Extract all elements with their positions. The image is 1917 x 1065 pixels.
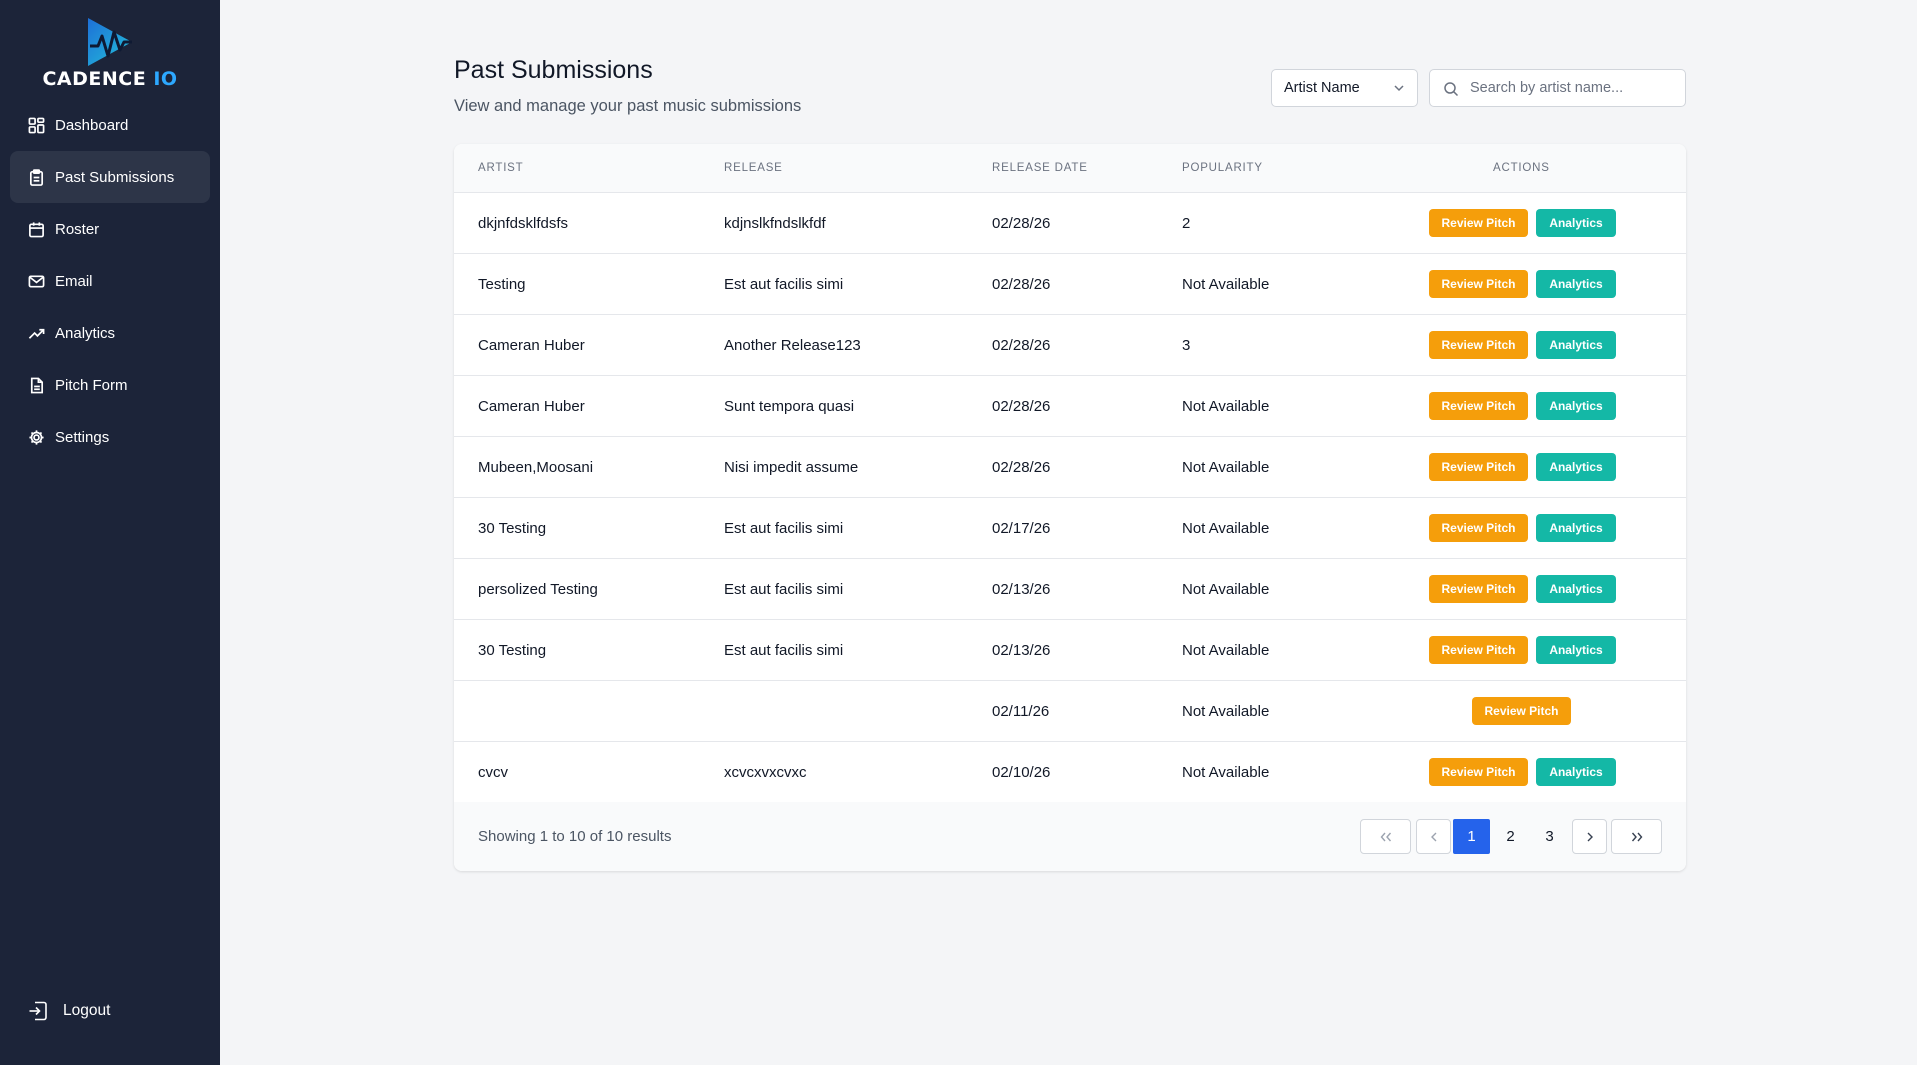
chevron-right-icon: [1587, 832, 1593, 841]
review-pitch-button[interactable]: Review Pitch: [1429, 331, 1528, 359]
logout-label: Logout: [63, 1002, 111, 1019]
table-row: Mubeen,Moosani Nisi impedit assume 02/28/2…: [454, 437, 1686, 498]
table-row: 30 Testing Est aut facilis simi 02/13/26 No…: [454, 620, 1686, 681]
review-pitch-button[interactable]: Review Pitch: [1429, 453, 1528, 481]
sidebar-item-label: Analytics: [55, 324, 116, 342]
sidebar-item-dashboard[interactable]: Dashboard: [10, 99, 210, 151]
chevron-down-icon: [1394, 85, 1404, 92]
column-header-popularity: Popularity: [1182, 162, 1263, 174]
brand-name: CADENCE IO: [42, 68, 178, 90]
brand-logo-mark-icon: [88, 18, 132, 66]
row-actions: Review Pitch Analytics: [454, 514, 1686, 542]
table-row: cvcv xcvcxvxcvxc 02/10/26 Not Available Revi…: [454, 742, 1686, 803]
search-icon: [1444, 82, 1459, 97]
prev-page-button[interactable]: [1416, 819, 1451, 854]
row-actions: Review Pitch Analytics: [454, 270, 1686, 298]
first-page-button[interactable]: [1360, 819, 1411, 854]
analytics-button[interactable]: Analytics: [1536, 514, 1616, 542]
mail-icon: [27, 272, 45, 290]
analytics-button[interactable]: Analytics: [1536, 209, 1616, 237]
analytics-button[interactable]: Analytics: [1536, 575, 1616, 603]
review-pitch-button[interactable]: Review Pitch: [1429, 514, 1528, 542]
double-chevron-left-icon: [1380, 832, 1391, 841]
analytics-button[interactable]: Analytics: [1536, 270, 1616, 298]
page-button-3[interactable]: 3: [1531, 819, 1568, 854]
search-box: [1429, 69, 1686, 107]
search-field-select-value: Artist Name: [1284, 80, 1360, 96]
row-actions: Review Pitch Analytics: [454, 758, 1686, 786]
table-row: Cameran Huber Sunt tempora quasi 02/28/26 N…: [454, 376, 1686, 437]
review-pitch-button[interactable]: Review Pitch: [1429, 758, 1528, 786]
review-pitch-button[interactable]: Review Pitch: [1429, 392, 1528, 420]
sidebar-item-roster[interactable]: Roster: [10, 203, 210, 255]
row-actions: Review Pitch Analytics: [454, 636, 1686, 664]
last-page-button[interactable]: [1611, 819, 1662, 854]
column-header-release-date: Release Date: [992, 162, 1088, 174]
page-title: Past Submissions: [454, 56, 653, 84]
sidebar-item-label: Past Submissions: [55, 168, 175, 186]
logout-icon: [27, 1000, 49, 1022]
row-actions: Review Pitch Analytics: [454, 453, 1686, 481]
sidebar-item-label: Dashboard: [55, 116, 129, 134]
review-pitch-button[interactable]: Review Pitch: [1429, 636, 1528, 664]
row-actions: Review Pitch Analytics: [454, 209, 1686, 237]
search-field-select[interactable]: Artist Name: [1271, 69, 1418, 107]
row-actions: Review Pitch Analytics: [454, 331, 1686, 359]
table-row: 02/11/26 Not Available Review Pitch: [454, 681, 1686, 742]
sidebar-item-past-submissions[interactable]: Past Submissions: [10, 151, 210, 203]
row-actions: Review Pitch Analytics: [454, 392, 1686, 420]
gear-icon: [27, 428, 45, 446]
table-row: 30 Testing Est aut facilis simi 02/17/26 No…: [454, 498, 1686, 559]
review-pitch-button[interactable]: Review Pitch: [1472, 697, 1571, 725]
analytics-button[interactable]: Analytics: [1536, 636, 1616, 664]
calendar-icon: [27, 220, 45, 238]
sidebar-item-label: Settings: [55, 428, 110, 446]
chevron-left-icon: [1430, 832, 1436, 841]
table-header: Artist Release Release Date Popularity A…: [454, 144, 1686, 193]
submissions-table-card: Artist Release Release Date Popularity A…: [454, 144, 1686, 871]
table-row: dkjnfdsklfdsfs kdjnslkfndslkfdf 02/28/26 2 R…: [454, 193, 1686, 254]
analytics-button[interactable]: Analytics: [1536, 758, 1616, 786]
clipboard-icon: [27, 168, 45, 186]
table-footer: Showing 1 to 10 of 10 results 1 2 3: [454, 802, 1686, 871]
analytics-button[interactable]: Analytics: [1536, 453, 1616, 481]
review-pitch-button[interactable]: Review Pitch: [1429, 575, 1528, 603]
sidebar-item-email[interactable]: Email: [10, 255, 210, 307]
column-header-release: Release: [724, 162, 783, 174]
sidebar-item-analytics[interactable]: Analytics: [10, 307, 210, 359]
brand-logo[interactable]: CADENCE IO: [42, 16, 178, 92]
analytics-button[interactable]: Analytics: [1536, 392, 1616, 420]
page-subtitle: View and manage your past music submissi…: [454, 97, 802, 115]
page-button-1[interactable]: 1: [1453, 819, 1490, 854]
table-row: Testing Est aut facilis simi 02/28/26 Not A…: [454, 254, 1686, 315]
analytics-button[interactable]: Analytics: [1536, 331, 1616, 359]
sidebar-nav: Dashboard Past Submissions Roster Email …: [10, 99, 210, 463]
trending-up-icon: [27, 324, 45, 342]
sidebar: CADENCE IO Dashboard Past Submissions Ro…: [0, 0, 220, 1065]
review-pitch-button[interactable]: Review Pitch: [1429, 270, 1528, 298]
row-actions: Review Pitch: [454, 697, 1686, 725]
sidebar-item-label: Roster: [55, 220, 100, 238]
page-button-2[interactable]: 2: [1492, 819, 1529, 854]
table-row: persolized Testing Est aut facilis simi 02…: [454, 559, 1686, 620]
row-actions: Review Pitch Analytics: [454, 575, 1686, 603]
review-pitch-button[interactable]: Review Pitch: [1429, 209, 1528, 237]
sidebar-item-pitch-form[interactable]: Pitch Form: [10, 359, 210, 411]
logout-button[interactable]: Logout: [27, 998, 110, 1024]
search-input[interactable]: [1470, 70, 1680, 106]
column-header-actions: Actions: [1493, 162, 1550, 174]
sidebar-item-label: Email: [55, 272, 93, 290]
next-page-button[interactable]: [1572, 819, 1607, 854]
document-icon: [27, 376, 45, 394]
dashboard-grid-icon: [27, 116, 45, 134]
double-chevron-right-icon: [1631, 832, 1642, 841]
sidebar-item-settings[interactable]: Settings: [10, 411, 210, 463]
table-row: Cameran Huber Another Release123 02/28/26 3…: [454, 315, 1686, 376]
sidebar-item-label: Pitch Form: [55, 376, 128, 394]
column-header-artist: Artist: [478, 162, 524, 174]
results-summary: Showing 1 to 10 of 10 results: [478, 828, 672, 845]
